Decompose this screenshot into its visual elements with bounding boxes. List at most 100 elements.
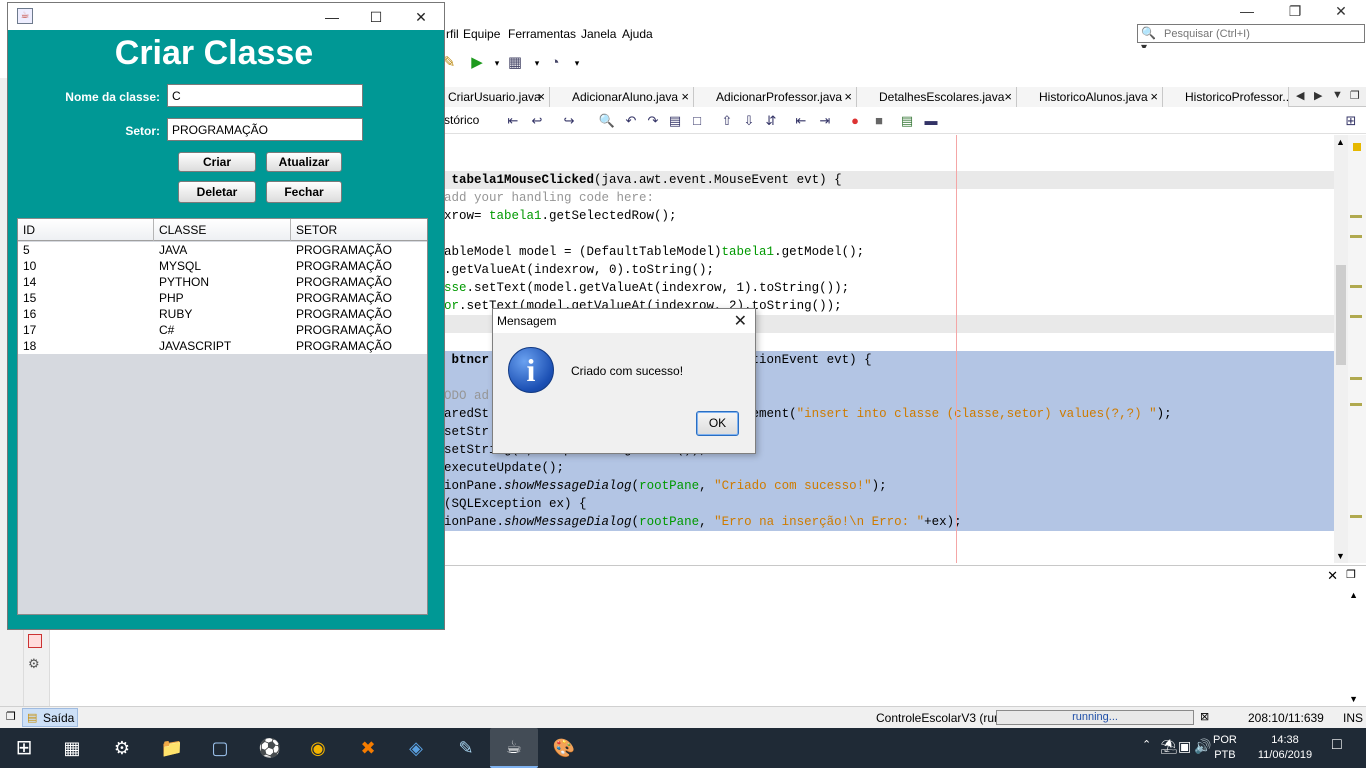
deletar-button[interactable]: Deletar [178,181,256,203]
code-line[interactable]: add your handling code here: [444,189,1334,207]
windows-start-icon[interactable]: ⊞ [10,734,38,762]
soccer-game-icon[interactable]: ⚽ [256,734,284,762]
monitor-icon[interactable]: ▣ [1178,738,1191,755]
java-app-icon[interactable]: ☕ [490,728,538,768]
code-line[interactable]: ionPane.showMessageDialog(rootPane, "Err… [444,513,1334,531]
stripe-mark[interactable] [1350,285,1362,288]
volume-icon[interactable]: 🔊 [1194,738,1211,755]
chrome-icon[interactable]: ◉ [304,734,332,762]
close-icon[interactable]: ✕ [734,311,747,331]
warning-mark[interactable] [1353,143,1361,151]
stripe-mark[interactable] [1350,215,1362,218]
code-line[interactable] [444,531,1334,549]
menu-perfil[interactable]: rfil [446,27,459,41]
tab-scroll-right-icon[interactable]: ▶ [1314,89,1322,102]
code-line[interactable] [444,225,1334,243]
tab-scroll-left-icon[interactable]: ◀ [1296,89,1304,102]
code-line[interactable] [444,549,1334,563]
table-row[interactable]: 17 C# PROGRAMAÇÃO [18,322,427,338]
table-row[interactable]: 18 JAVASCRIPT PROGRAMAÇÃO [18,338,427,354]
nome-classe-input[interactable] [167,84,363,107]
steam-icon[interactable]: ⚙ [108,734,136,762]
column-header-setor[interactable]: SETOR [291,219,427,241]
file-explorer-icon[interactable]: 📁 [158,734,186,762]
minimize-icon[interactable]: — [312,6,352,28]
table-row[interactable]: 15 PHP PROGRAMAÇÃO [18,290,427,306]
code-line[interactable]: tabela1MouseClicked(java.awt.event.Mouse… [444,171,1334,189]
column-header-classe[interactable]: CLASSE [154,219,291,241]
virtualbox-icon[interactable]: ▢ [206,734,234,762]
code-line[interactable]: sse.setText(model.getValueAt(indexrow, 1… [444,279,1334,297]
start-macro-icon[interactable]: ● [846,112,864,130]
close-icon[interactable]: ✕ [401,6,441,28]
tab-adicionaraluno[interactable]: AdicionarAluno.java × [550,87,694,107]
scroll-down-icon[interactable]: ▼ [1336,551,1345,561]
last-edit-icon[interactable]: ⇤ [504,112,522,130]
code-line[interactable]: xrow= tabela1.getSelectedRow(); [444,207,1334,225]
network-icon[interactable]: ⛱ [1160,738,1178,755]
notepad-icon[interactable]: ✎ [452,734,480,762]
stop-macro-icon[interactable]: ■ [870,112,888,130]
code-line[interactable]: executeUpdate(); [444,459,1334,477]
task-view-icon[interactable]: ▦ [58,734,86,762]
run-icon[interactable]: ▶ [466,52,488,74]
classes-table[interactable]: ID CLASSE SETOR 5 JAVA PROGRAMAÇÃO 10 MYSQL P… [17,218,428,615]
profile-dropdown-icon[interactable]: ▾ [566,52,588,74]
restore-icon[interactable]: ❐ [1272,0,1318,24]
restore-panel-icon[interactable]: ❐ [1346,568,1356,581]
prev-bookmark-icon[interactable]: ⇧ [718,112,736,130]
split-editor-icon[interactable]: ⊞ [1342,112,1360,130]
menu-equipe[interactable]: Equipe [463,27,500,41]
toggle-highlight-icon[interactable]: ▤ [666,112,684,130]
code-line[interactable]: .getValueAt(indexrow, 0).toString(); [444,261,1334,279]
search-input[interactable] [1164,26,1359,41]
table-row[interactable]: 16 RUBY PROGRAMAÇÃO [18,306,427,322]
menu-ajuda[interactable]: Ajuda [622,27,653,41]
comment-icon[interactable]: ▤ [898,112,916,130]
criar-button[interactable]: Criar [178,152,256,172]
debug-icon[interactable]: ▦ [504,52,526,74]
find-next-icon[interactable]: ↷ [644,112,662,130]
tab-detalhesescolares[interactable]: DetalhesEscolares.java × [857,87,1017,107]
table-row[interactable]: 5 JAVA PROGRAMAÇÃO [18,242,427,258]
stripe-mark[interactable] [1350,377,1362,380]
editor-scrollbar[interactable]: ▲ ▼ [1334,135,1348,563]
code-line[interactable]: ionPane.showMessageDialog(rootPane, "Cri… [444,477,1334,495]
table-row[interactable]: 10 MYSQL PROGRAMAÇÃO [18,258,427,274]
stripe-mark[interactable] [1350,315,1362,318]
forward-icon[interactable]: ↪ [560,112,578,130]
close-tab-icon[interactable]: × [537,89,545,104]
stripe-mark[interactable] [1350,403,1362,406]
atualizar-button[interactable]: Atualizar [266,152,342,172]
settings-icon[interactable]: ⚙ [28,656,40,672]
setor-input[interactable] [167,118,363,141]
stripe-mark[interactable] [1350,515,1362,518]
toggle-bookmark-icon[interactable]: ⇵ [762,112,780,130]
close-tab-icon[interactable]: × [844,89,852,104]
history-tab-label[interactable]: stórico [444,113,479,127]
stripe-mark[interactable] [1350,235,1362,238]
paint-icon[interactable]: 🎨 [550,734,578,762]
find-previous-icon[interactable]: ↶ [622,112,640,130]
ok-button[interactable]: OK [696,411,739,436]
back-icon[interactable]: ↩ [528,112,546,130]
fechar-button[interactable]: Fechar [266,181,342,203]
close-icon[interactable]: ✕ [1318,0,1364,24]
column-header-id[interactable]: ID [18,219,154,241]
output-scroll-down-icon[interactable]: ▼ [1349,694,1358,704]
language-indicator[interactable]: POR PTB [1213,733,1237,763]
tab-list-icon[interactable]: ▼ [1332,89,1343,101]
close-panel-icon[interactable]: ✕ [1327,568,1338,584]
toggle-rect-selection-icon[interactable]: □ [688,112,706,130]
find-icon[interactable]: 🔍 [598,112,616,130]
maximize-editor-icon[interactable]: ❐ [1350,89,1360,102]
close-tab-icon[interactable]: × [1004,89,1012,104]
mysql-workbench-icon[interactable]: ◈ [402,734,430,762]
cancel-task-icon[interactable]: ⊠ [1200,710,1209,723]
minimize-icon[interactable]: — [1224,0,1270,24]
search-box[interactable]: 🔍▾ [1137,24,1365,54]
close-tab-icon[interactable]: × [681,89,689,104]
scroll-thumb[interactable] [1336,265,1346,365]
xampp-icon[interactable]: ✖ [354,734,382,762]
next-bookmark-icon[interactable]: ⇩ [740,112,758,130]
